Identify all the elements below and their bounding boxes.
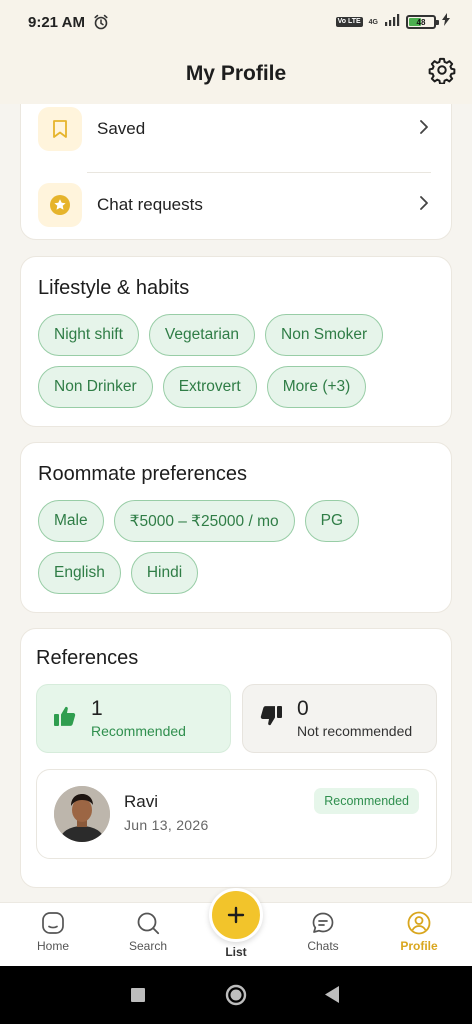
references-card: References 1 Recommended 0 Not recommend… — [20, 628, 452, 888]
star-badge-icon — [38, 183, 82, 227]
lifestyle-chip: Non Smoker — [265, 314, 384, 356]
nav-search[interactable]: Search — [108, 911, 188, 953]
chat-icon — [312, 912, 334, 933]
network-type: 4G — [368, 18, 378, 26]
nav-label-list: List — [225, 945, 247, 959]
nav-label: Profile — [400, 939, 438, 953]
not-recommended-count-box[interactable]: 0 Not recommended — [242, 684, 437, 753]
thumbs-down-icon — [259, 705, 283, 732]
divider — [87, 172, 431, 173]
lifestyle-chip: Extrovert — [162, 366, 257, 408]
back-button[interactable] — [325, 986, 340, 1008]
battery-level: 48 — [416, 17, 426, 27]
gear-icon[interactable] — [428, 56, 456, 85]
recommended-count-box[interactable]: 1 Recommended — [36, 684, 231, 753]
menu-item-saved[interactable]: Saved — [38, 105, 435, 153]
home-icon — [42, 912, 64, 934]
nav-label: Search — [128, 939, 168, 953]
lifestyle-chips: Night shift Vegetarian Non Smoker Non Dr… — [38, 314, 437, 408]
lifestyle-card: Lifestyle & habits Night shift Vegetaria… — [20, 256, 452, 427]
plus-icon — [227, 906, 245, 924]
search-icon — [137, 912, 160, 935]
avatar — [54, 786, 110, 842]
preference-chip: Hindi — [130, 552, 199, 594]
menu-item-label: Saved — [97, 119, 146, 138]
recommended-label: Recommended — [91, 723, 186, 739]
nav-home[interactable]: Home — [13, 911, 93, 953]
app-bar: My Profile — [0, 44, 472, 104]
preference-chip: PG — [304, 500, 360, 542]
preference-chips: Male ₹5000 – ₹25000 / mo PG English Hind… — [38, 500, 437, 594]
nav-profile[interactable]: Profile — [379, 911, 459, 953]
lifestyle-chip: Vegetarian — [148, 314, 256, 356]
recommended-count: 1 — [91, 697, 103, 720]
preference-chip: ₹5000 – ₹25000 / mo — [113, 500, 295, 542]
menu-item-chat-requests[interactable]: Chat requests — [38, 181, 435, 229]
preferences-card: Roommate preferences Male ₹5000 – ₹25000… — [20, 442, 452, 613]
status-bar: 9:21 AM Vo LTE 4G 48 — [0, 0, 472, 44]
review-date: Jun 13, 2026 — [124, 817, 209, 833]
thumbs-up-icon — [53, 705, 77, 732]
more-chip[interactable]: More (+3) — [266, 366, 367, 408]
not-recommended-count: 0 — [297, 697, 309, 720]
system-navigation-bar — [0, 966, 472, 1024]
reviewer-name: Ravi — [124, 792, 159, 811]
not-recommended-label: Not recommended — [297, 723, 413, 739]
nav-label: Home — [36, 939, 69, 953]
profile-icon — [407, 911, 431, 935]
preference-chip: English — [38, 552, 121, 594]
preference-chip: Male — [38, 500, 104, 542]
recents-button[interactable] — [131, 988, 145, 1007]
chevron-right-icon — [419, 195, 429, 215]
status-badge: Recommended — [314, 788, 419, 814]
section-title: Roommate preferences — [38, 463, 247, 485]
charging-icon — [442, 13, 450, 31]
menu-card: Saved Chat requests — [20, 104, 452, 240]
menu-item-label: Chat requests — [97, 195, 203, 214]
lifestyle-chip: Night shift — [38, 314, 139, 356]
nav-label: Chats — [307, 939, 339, 953]
lifestyle-chip: Non Drinker — [38, 366, 153, 408]
signal-icon — [384, 13, 400, 31]
nav-chats[interactable]: Chats — [283, 911, 363, 953]
volte-icon: Vo LTE — [335, 17, 363, 27]
chevron-right-icon — [419, 119, 429, 139]
profile-content[interactable]: Saved Chat requests Lifestyle & habits N… — [0, 104, 472, 902]
status-time: 9:21 AM — [28, 13, 85, 31]
section-title: References — [36, 647, 139, 669]
home-button[interactable] — [225, 984, 247, 1011]
battery-icon: 48 — [406, 15, 439, 29]
bookmark-icon — [38, 107, 82, 151]
reference-review[interactable]: Ravi Jun 13, 2026 Recommended — [36, 769, 437, 859]
page-title: My Profile — [185, 62, 287, 85]
alarm-icon — [93, 14, 109, 30]
add-listing-button[interactable] — [209, 888, 263, 942]
section-title: Lifestyle & habits — [38, 277, 190, 299]
